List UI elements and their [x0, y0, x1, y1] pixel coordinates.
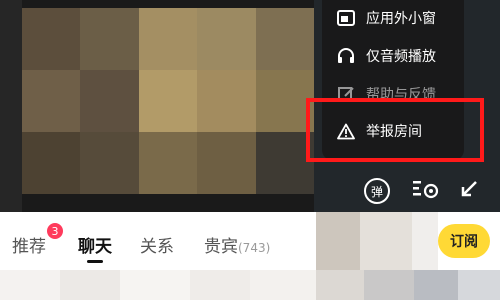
blurred-image [120, 270, 190, 300]
menu-item-label: 应用外小窗 [366, 11, 436, 27]
picture-in-picture-icon [336, 8, 356, 28]
menu-item-label: 仅音频播放 [366, 49, 436, 65]
blurred-image [0, 270, 60, 300]
blurred-image [458, 270, 500, 300]
tab-guests[interactable]: 贵宾(743) [204, 232, 270, 257]
tab-chat[interactable]: 聊天 [78, 232, 112, 257]
danmaku-settings-button[interactable] [412, 176, 440, 206]
blurred-image [360, 212, 412, 270]
blurred-image [316, 270, 364, 300]
blurred-image [190, 270, 250, 300]
guest-count: (743) [238, 241, 271, 255]
report-highlight-box [306, 98, 484, 162]
shrink-arrow-icon [458, 178, 480, 204]
menu-item-audio-only[interactable]: 仅音频播放 [322, 38, 464, 74]
menu-item-pip[interactable]: 应用外小窗 [322, 0, 464, 36]
blurred-image [316, 212, 360, 270]
tab-relations[interactable]: 关系 [140, 232, 174, 257]
tab-recommend[interactable]: 推荐 [12, 232, 46, 257]
blurred-image [364, 270, 414, 300]
video-edge-left [0, 0, 22, 212]
mosaic-blurred-video [22, 8, 314, 194]
notification-badge: 3 [47, 223, 63, 239]
blurred-image [412, 212, 438, 270]
headphones-icon [336, 46, 356, 66]
blurred-image [250, 270, 316, 300]
danmaku-toggle-button[interactable]: 弹 [364, 176, 390, 206]
exit-fullscreen-button[interactable] [458, 176, 480, 206]
danmaku-settings-icon [412, 178, 440, 204]
content-row [0, 270, 500, 300]
danmaku-toggle-icon: 弹 [364, 178, 390, 204]
blurred-image [60, 270, 120, 300]
blurred-image [414, 270, 458, 300]
active-tab-indicator [87, 260, 103, 263]
tab-guests-label: 贵宾 [204, 237, 238, 257]
subscribe-button[interactable]: 订阅 [438, 224, 490, 258]
